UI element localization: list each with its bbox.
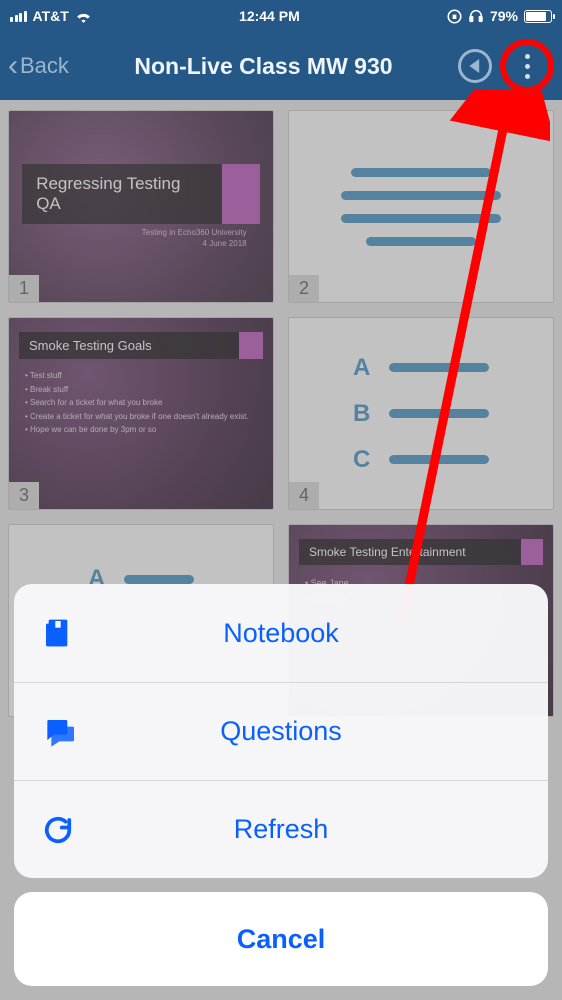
refresh-option[interactable]: Refresh <box>14 780 548 878</box>
slide-thumbnail[interactable]: Regressing Testing QA Testing in Echo360… <box>8 110 274 303</box>
slide-number: 4 <box>289 482 319 509</box>
questions-label: Questions <box>220 716 342 747</box>
cancel-button[interactable]: Cancel <box>14 892 548 986</box>
status-bar: AT&T 12:44 PM 79% <box>0 0 562 32</box>
battery-icon <box>524 10 552 23</box>
action-sheet: Notebook Questions Refresh Cancel <box>0 570 562 1000</box>
chevron-left-icon: ‹ <box>8 51 18 81</box>
signal-icon <box>10 10 27 22</box>
more-button[interactable] <box>500 39 554 93</box>
wifi-icon <box>75 10 92 23</box>
notebook-icon <box>40 615 76 651</box>
slide-number: 1 <box>9 275 39 302</box>
questions-option[interactable]: Questions <box>14 682 548 780</box>
back-label: Back <box>20 53 69 79</box>
back-button[interactable]: ‹ Back <box>8 51 69 81</box>
slide-number: 3 <box>9 482 39 509</box>
battery-label: 79% <box>490 8 518 24</box>
annotation-circle <box>500 39 554 93</box>
clock-label: 12:44 PM <box>239 8 300 24</box>
questions-icon <box>40 714 76 750</box>
notebook-label: Notebook <box>223 618 339 649</box>
refresh-icon <box>40 812 76 848</box>
headphones-icon <box>468 8 484 24</box>
slide-thumbnail[interactable]: 2 <box>288 110 554 303</box>
nav-bar: ‹ Back Non-Live Class MW 930 <box>0 32 562 100</box>
carrier-label: AT&T <box>33 8 69 24</box>
triangle-left-icon <box>468 59 482 73</box>
slide3-title: Smoke Testing Goals <box>19 332 239 359</box>
slide-number: 2 <box>289 275 319 302</box>
orientation-lock-icon <box>447 9 462 24</box>
slide-thumbnail[interactable]: Smoke Testing Goals • Test stuff • Break… <box>8 317 274 510</box>
refresh-label: Refresh <box>234 814 329 845</box>
slide6-title: Smoke Testing Entertainment <box>299 539 521 565</box>
page-title: Non-Live Class MW 930 <box>69 53 458 80</box>
slide-thumbnail[interactable]: A B C 4 <box>288 317 554 510</box>
play-back-button[interactable] <box>458 49 492 83</box>
notebook-option[interactable]: Notebook <box>14 584 548 682</box>
slide1-title: Regressing Testing QA <box>22 164 222 224</box>
cancel-label: Cancel <box>237 924 326 955</box>
